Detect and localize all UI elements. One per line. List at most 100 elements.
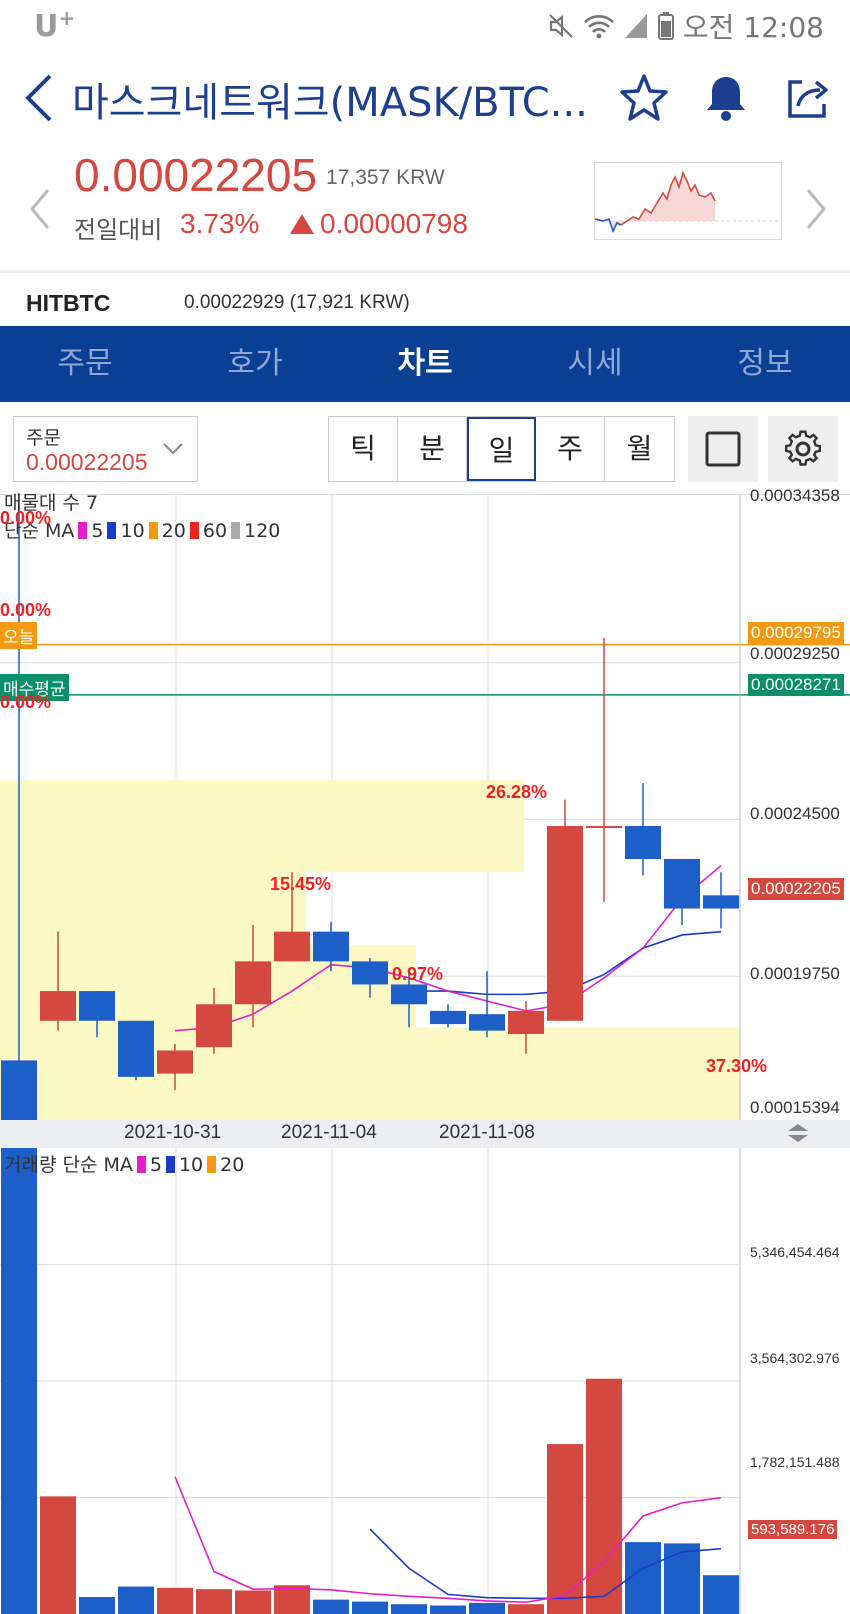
candle-body — [508, 1010, 544, 1034]
tab-order[interactable]: 주문 — [0, 326, 170, 402]
signal-icon — [624, 14, 647, 38]
star-icon[interactable] — [618, 72, 670, 124]
volume-bar — [469, 1602, 505, 1614]
order-label: 주문 — [26, 427, 61, 449]
volume-last-tag: 593,589.176 — [748, 1520, 838, 1539]
gear-icon — [784, 430, 822, 466]
zone-pct-label: 37.30% — [706, 1056, 768, 1076]
today-value: 0.00029795 — [748, 622, 844, 644]
candlestick-chart[interactable] — [0, 494, 850, 1614]
current-price: 0.00022205 — [74, 149, 318, 201]
order-price-select[interactable]: 주문 0.00022205 — [13, 416, 198, 482]
volume-bar — [79, 1597, 115, 1614]
share-icon[interactable] — [782, 72, 834, 124]
period-day[interactable]: 일 — [467, 417, 536, 481]
volume-bar — [40, 1496, 76, 1614]
settings-button[interactable] — [768, 416, 838, 482]
zone-pct-label: 26.28% — [486, 782, 548, 802]
x-axis-date-label: 2021-10-31 — [124, 1122, 222, 1143]
volume-bar — [391, 1604, 427, 1614]
status-time: 오전 12:08 — [682, 11, 824, 44]
chart-toolbar: 주문 0.00022205 틱 분 일 주 월 — [0, 402, 850, 494]
period-tick[interactable]: 틱 — [329, 417, 398, 481]
candle-body — [1, 1060, 37, 1120]
page-title: 마스크네트워크(MASK/BTC... — [72, 80, 588, 126]
period-minute[interactable]: 분 — [398, 417, 467, 481]
candle-body — [625, 826, 661, 860]
volume-bar — [664, 1543, 700, 1614]
price-summary: 0.00022205 17,357 KRW 전일대비 3.73% 0.00000… — [0, 140, 850, 270]
zone-pct-label: 0.00% — [0, 692, 52, 712]
change-label: 전일대비 — [74, 216, 163, 244]
volume-bar — [118, 1586, 154, 1614]
volume-bar — [586, 1378, 622, 1614]
back-icon[interactable] — [20, 70, 60, 126]
y-axis-label: 0.00019750 — [750, 964, 840, 983]
candle-body — [664, 859, 700, 909]
volume-bar — [508, 1604, 544, 1614]
mute-icon — [549, 14, 573, 38]
zone-pct-label: 0.97% — [392, 964, 444, 984]
y-axis-label: 0.00015394 — [750, 1098, 840, 1117]
x-axis-date-label: 2021-11-04 — [281, 1122, 377, 1143]
avg-buy-value: 0.00028271 — [748, 674, 844, 696]
change-amount: 0.00000798 — [290, 208, 468, 240]
chart-area[interactable]: 매물대 수 7 단순 MA 5 10 20 60 120 0.00034358 0.000… — [0, 486, 850, 1614]
candle-body — [118, 1020, 154, 1077]
tab-orderbook[interactable]: 호가 — [170, 326, 340, 402]
price-krw: 17,357 KRW — [326, 166, 445, 189]
zone-pct-label: 15.45% — [270, 874, 332, 894]
period-week[interactable]: 주 — [536, 417, 605, 481]
candle-body — [40, 991, 76, 1021]
carrier-label: U+ — [34, 6, 76, 44]
today-tag: 오늘 — [0, 622, 38, 649]
chevron-right-icon[interactable] — [800, 184, 830, 234]
y-axis-label: 0.00029250 — [750, 644, 840, 663]
exchange-row[interactable]: HITBTC 0.00022929 (17,921 KRW) — [0, 278, 850, 326]
candle-body — [703, 895, 739, 909]
tab-info[interactable]: 정보 — [680, 326, 850, 402]
candle-body — [547, 826, 583, 1021]
period-selector: 틱 분 일 주 월 — [328, 416, 675, 482]
candle-body — [235, 961, 271, 1005]
x-axis-date-label: 2021-11-08 — [439, 1122, 535, 1143]
last-price-tag: 0.00022205 — [748, 878, 844, 900]
wifi-icon — [583, 15, 614, 39]
candle-body — [196, 1004, 232, 1048]
candle-body — [157, 1050, 193, 1074]
tab-quotes[interactable]: 시세 — [510, 326, 680, 402]
chevron-left-icon[interactable] — [26, 184, 56, 234]
title-bar: 마스크네트워크(MASK/BTC... — [0, 62, 850, 138]
zone-pct-label: 0.00% — [0, 508, 52, 528]
candle-body — [352, 961, 388, 985]
chevron-down-icon — [163, 443, 183, 455]
exchange-price: 0.00022929 (17,921 KRW) — [184, 292, 410, 313]
volume-bar — [313, 1599, 349, 1614]
period-month[interactable]: 월 — [605, 417, 674, 481]
exchange-name: HITBTC — [26, 290, 111, 316]
volume-bar — [430, 1605, 466, 1614]
up-triangle-icon — [290, 214, 314, 234]
candle-body — [79, 991, 115, 1021]
square-icon — [705, 431, 741, 467]
volume-bar — [352, 1601, 388, 1614]
candle-body — [430, 1010, 466, 1025]
volume-ma-legend: 거래량 단순 MA 5 10 20 — [4, 1154, 245, 1176]
order-value: 0.00022205 — [26, 449, 148, 475]
volume-bar — [196, 1589, 232, 1614]
fullscreen-button[interactable] — [688, 416, 758, 482]
candle-body — [469, 1014, 505, 1031]
bell-icon[interactable] — [700, 72, 752, 124]
volume-bar — [703, 1575, 739, 1614]
y-axis-label: 0.00034358 — [750, 486, 840, 505]
volume-axis-label: 5,346,454.464 — [750, 1244, 840, 1260]
volume-axis-label: 3,564,302.976 — [750, 1350, 840, 1366]
supply-zone — [0, 1027, 740, 1120]
mini-price-chart[interactable] — [594, 162, 782, 240]
volume-axis-label: 1,782,151.488 — [750, 1454, 840, 1470]
candle-body — [586, 826, 622, 829]
y-axis-label: 0.00024500 — [750, 804, 840, 823]
battery-icon — [657, 12, 674, 40]
volume-bar — [1, 1148, 37, 1614]
tab-chart[interactable]: 차트 — [340, 326, 510, 402]
